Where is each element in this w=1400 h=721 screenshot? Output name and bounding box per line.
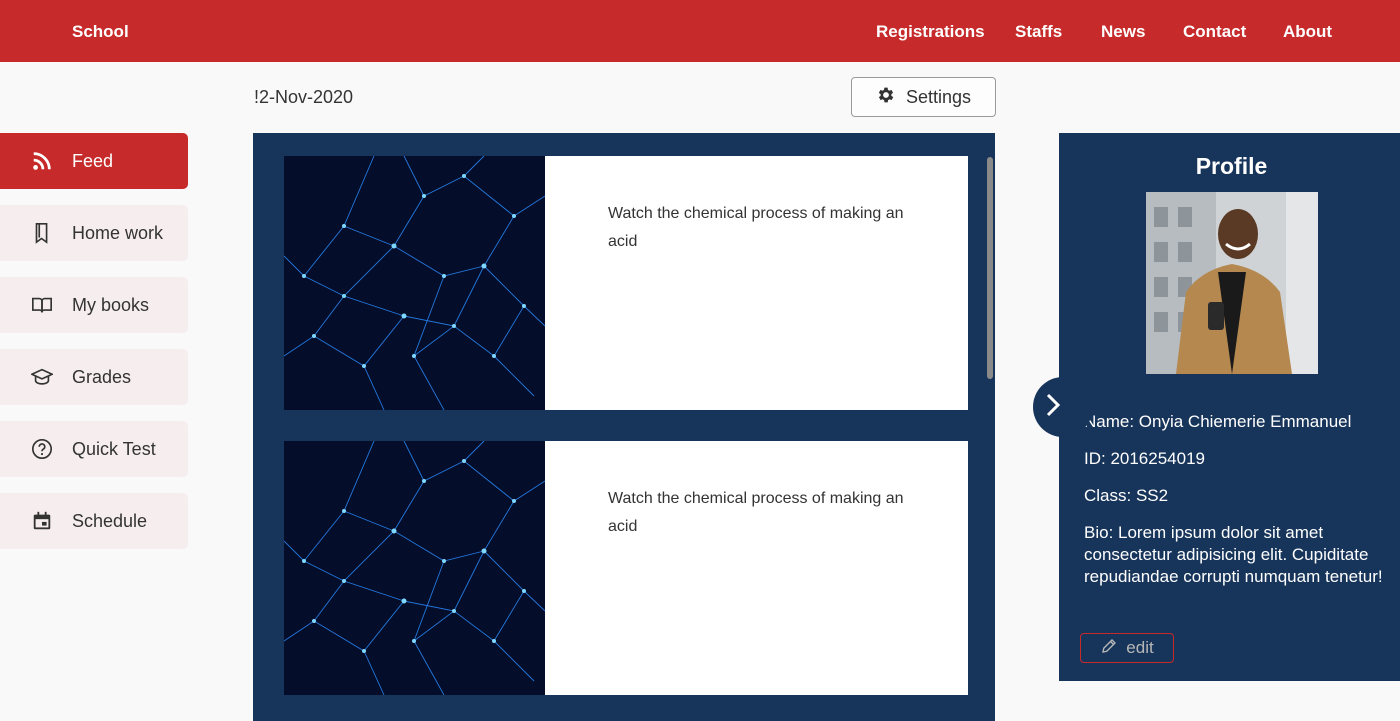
- feed-card[interactable]: Watch the chemical process of making an …: [284, 156, 968, 410]
- feed-card[interactable]: Watch the chemical process of making an …: [284, 441, 968, 695]
- top-navbar: School Registrations Staffs News Contact…: [0, 0, 1400, 62]
- sidebar-item-home-work[interactable]: Home work: [0, 205, 188, 261]
- nav-news[interactable]: News: [1101, 22, 1145, 42]
- sidebar-item-quick-test[interactable]: Quick Test: [0, 421, 188, 477]
- edit-label: edit: [1126, 638, 1154, 657]
- nav-staffs[interactable]: Staffs: [1015, 22, 1062, 42]
- profile-name: Name: Onyia Chiemerie Emmanuel: [1084, 412, 1352, 431]
- gear-icon: [876, 85, 896, 110]
- profile-panel: Profile Name: Onyia Chiemerie Emmanuel I…: [1059, 133, 1400, 681]
- profile-title: Profile: [1195, 153, 1268, 179]
- calendar-icon: [31, 510, 53, 532]
- settings-button[interactable]: Settings: [851, 77, 996, 117]
- pencil-icon: [1100, 637, 1118, 660]
- open-book-icon: [31, 294, 53, 316]
- feed-text: Watch the chemical process of making an …: [608, 490, 904, 535]
- edit-profile-button[interactable]: edit: [1080, 633, 1174, 663]
- profile-bio: Bio: Lorem ipsum dolor sit amet consecte…: [1084, 523, 1383, 586]
- nav-about[interactable]: About: [1283, 22, 1332, 42]
- feed-scrollbar[interactable]: [987, 157, 993, 379]
- sidebar-item-feed[interactable]: Feed: [0, 133, 188, 189]
- sidebar-item-label: My books: [72, 295, 150, 315]
- avatar: [1146, 192, 1318, 374]
- bookmark-icon: [31, 222, 53, 244]
- sidebar-item-label: Home work: [72, 223, 164, 243]
- sidebar-item-label: Schedule: [72, 511, 148, 531]
- feed-panel: Watch the chemical process of making an …: [253, 133, 995, 721]
- brand-logo[interactable]: School: [72, 22, 129, 42]
- sidebar-item-grades[interactable]: Grades: [0, 349, 188, 405]
- sidebar-item-my-books[interactable]: My books: [0, 277, 188, 333]
- profile-class: Class: SS2: [1084, 486, 1169, 505]
- nav-registrations[interactable]: Registrations: [876, 22, 985, 42]
- feed-thumbnail: [284, 441, 545, 695]
- sidebar-item-label: Feed: [72, 151, 114, 171]
- profile-id: ID: 2016254019: [1084, 449, 1205, 468]
- settings-label: Settings: [905, 86, 972, 107]
- sidebar-item-label: Grades: [72, 367, 132, 387]
- question-circle-icon: [31, 438, 53, 460]
- feed-thumbnail: [284, 156, 545, 410]
- current-date: !2-Nov-2020: [254, 87, 354, 107]
- feed-text: Watch the chemical process of making an …: [608, 205, 904, 250]
- sidebar-item-schedule[interactable]: Schedule: [0, 493, 188, 549]
- graduation-cap-icon: [31, 366, 53, 388]
- sidebar-item-label: Quick Test: [72, 439, 156, 459]
- rss-icon: [31, 150, 53, 172]
- nav-contact[interactable]: Contact: [1183, 22, 1246, 42]
- chevron-right-icon: [1043, 392, 1063, 423]
- profile-toggle-button[interactable]: [1033, 377, 1093, 437]
